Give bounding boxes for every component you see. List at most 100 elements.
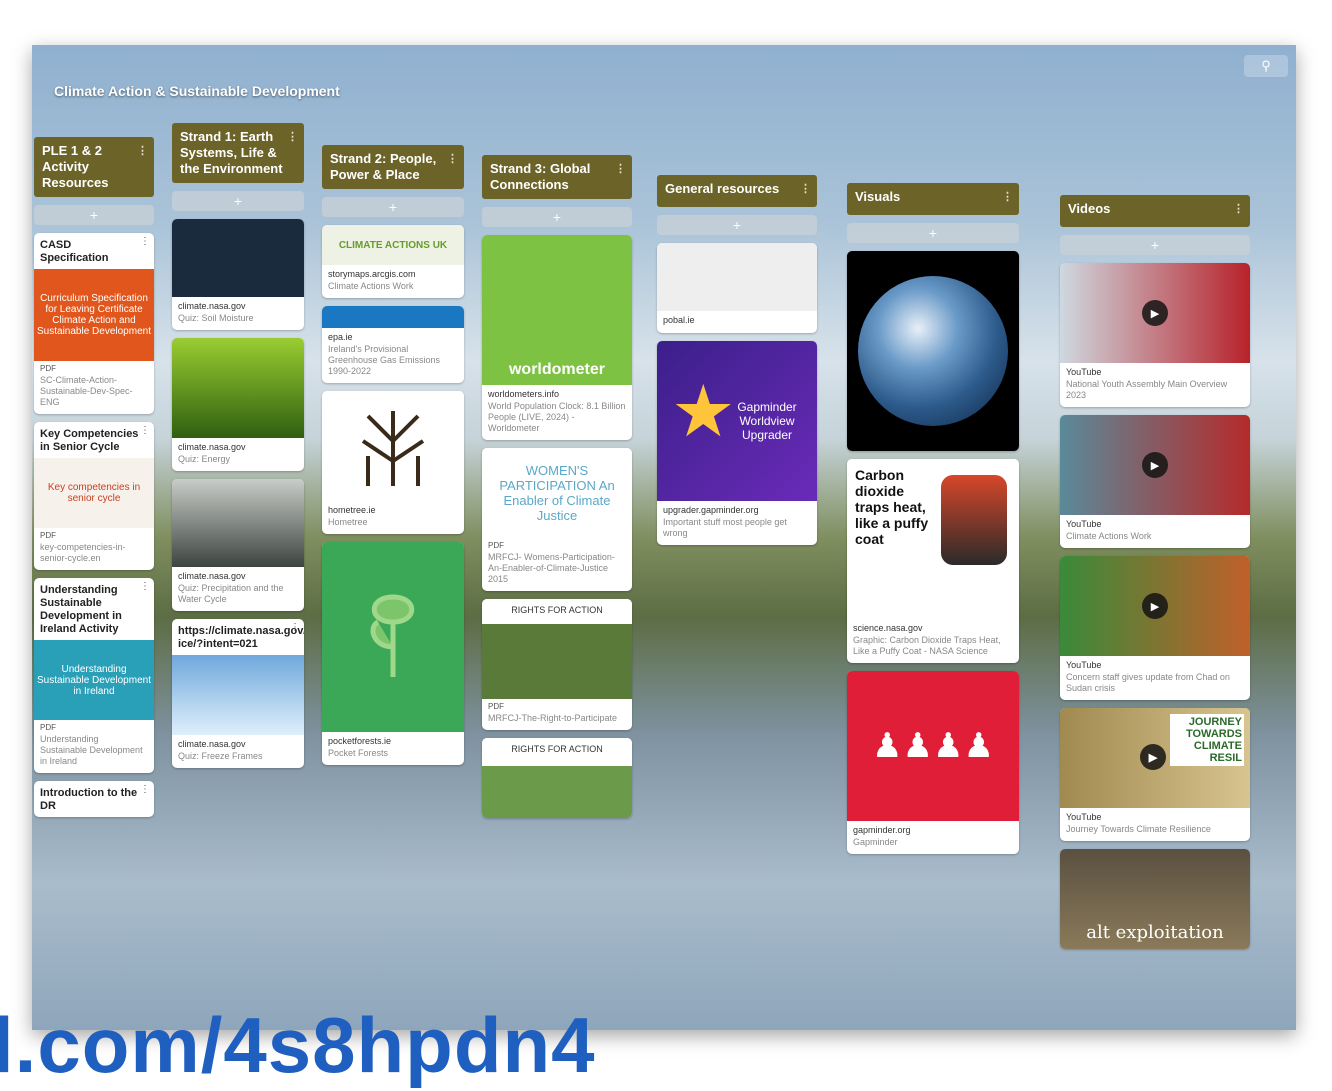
search-icon[interactable]: ⚲	[1244, 55, 1288, 77]
post-description: key-competencies-in-senior-cycle.en	[40, 542, 126, 563]
post-description: Quiz: Soil Moisture	[178, 313, 254, 323]
add-post-button[interactable]: +	[322, 197, 464, 217]
post-description: Ireland's Provisional Greenhouse Gas Emi…	[328, 344, 441, 376]
video-thumbnail[interactable]: ▶	[1060, 556, 1250, 656]
post-card[interactable]: ⋮ https://climate.nasa.gov/quizzes/quiz-…	[172, 619, 304, 768]
post-thumbnail: WOMEN'S PARTICIPATION An Enabler of Clim…	[482, 448, 632, 538]
add-post-button[interactable]: +	[172, 191, 304, 211]
video-card[interactable]: ⋮ alt exploitation	[1060, 849, 1250, 949]
add-post-button[interactable]: +	[34, 205, 154, 225]
play-icon[interactable]: ▶	[1142, 452, 1168, 478]
post-menu-icon[interactable]: ⋮	[140, 784, 150, 795]
column-menu-icon[interactable]: ⋮	[800, 181, 811, 197]
short-url-caption: l.com/4s8hpdn4	[0, 1001, 596, 1089]
video-thumbnail[interactable]: ▶	[1060, 415, 1250, 515]
post-description: Quiz: Freeze Frames	[178, 751, 263, 761]
post-host: climate.nasa.gov	[178, 571, 246, 581]
column-title: General resources	[665, 181, 780, 196]
padlet-board: Climate Action & Sustainable Development…	[32, 45, 1296, 1030]
post-title: Introduction to the DR	[40, 787, 138, 812]
post-card[interactable]: ⋮ epa.ie Ireland's Provisional Greenhous…	[322, 306, 464, 383]
post-card[interactable]: ⋮ RIGHTS FOR ACTION	[482, 738, 632, 818]
add-post-button[interactable]: +	[1060, 235, 1250, 255]
earth-image	[847, 251, 1019, 451]
post-menu-icon[interactable]: ⋮	[140, 581, 150, 592]
column-menu-icon[interactable]: ⋮	[287, 129, 298, 145]
thumbnail-text: RIGHTS FOR ACTION	[511, 744, 603, 754]
play-icon[interactable]: ▶	[1142, 593, 1168, 619]
add-post-button[interactable]: +	[482, 207, 632, 227]
leaf-logo-icon	[322, 542, 464, 732]
column-menu-icon[interactable]: ⋮	[1002, 189, 1013, 205]
post-card[interactable]: ⋮ CASD Specification Curriculum Specific…	[34, 233, 154, 414]
post-thumbnail	[172, 655, 304, 735]
post-card[interactable]: ⋮ WOMEN'S PARTICIPATION An Enabler of Cl…	[482, 448, 632, 591]
jacket-icon	[941, 475, 1007, 565]
post-title: https://climate.nasa.gov/quizzes/quiz-ic…	[178, 625, 304, 650]
video-card[interactable]: ⋮ JOURNEY TOWARDS CLIMATE RESIL ▶ YouTub…	[1060, 708, 1250, 841]
post-card[interactable]: ⋮	[847, 251, 1019, 451]
post-host: climate.nasa.gov	[178, 739, 246, 749]
post-card[interactable]: ⋮ Carbon dioxide traps heat, like a puff…	[847, 459, 1019, 663]
video-card[interactable]: ⋮ ▶ YouTube Concern staff gives update f…	[1060, 556, 1250, 700]
post-card[interactable]: ⋮ Understanding Sustainable Development …	[34, 578, 154, 773]
post-card[interactable]: ⋮ CLIMATE ACTIONS UK storymaps.arcgis.co…	[322, 225, 464, 298]
play-icon[interactable]: ▶	[1140, 744, 1166, 770]
add-post-button[interactable]: +	[847, 223, 1019, 243]
post-host: science.nasa.gov	[853, 623, 923, 633]
post-menu-icon[interactable]: ⋮	[140, 236, 150, 247]
post-description	[657, 325, 817, 333]
column-menu-icon[interactable]: ⋮	[615, 161, 626, 177]
column-title: Strand 3: Global Connections	[490, 161, 591, 192]
post-card[interactable]: ⋮ RIGHTS FOR ACTION PDF MRFCJ-The-Right-…	[482, 599, 632, 730]
column-menu-icon[interactable]: ⋮	[1233, 201, 1244, 217]
post-description: Graphic: Carbon Dioxide Traps Heat, Like…	[853, 635, 1001, 656]
post-host: YouTube	[1066, 812, 1102, 822]
post-card[interactable]: ⋮ ♟♟♟♟ gapminder.org Gapminder	[847, 671, 1019, 854]
post-host: pobal.ie	[663, 315, 695, 325]
column-menu-icon[interactable]: ⋮	[137, 143, 148, 159]
column-menu-icon[interactable]: ⋮	[447, 151, 458, 167]
post-thumbnail: Curriculum Specification for Leaving Cer…	[34, 269, 154, 361]
post-card[interactable]: ⋮ Introduction to the DR	[34, 781, 154, 817]
video-thumbnail[interactable]: JOURNEY TOWARDS CLIMATE RESIL ▶	[1060, 708, 1250, 808]
column-title: Videos	[1068, 201, 1111, 216]
post-description: Pocket Forests	[328, 748, 389, 758]
pdf-badge: PDF	[488, 541, 504, 550]
post-card[interactable]: ⋮ hometree.ie Hometree	[322, 391, 464, 534]
post-card[interactable]: ⋮ climate.nasa.gov Quiz: Soil Moisture	[172, 219, 304, 330]
column-header: Videos ⋮	[1060, 195, 1250, 227]
post-thumbnail: CLIMATE ACTIONS UK	[322, 225, 464, 265]
column: Strand 1: Earth Systems, Life & the Envi…	[172, 123, 304, 768]
column: Strand 2: People, Power & Place ⋮ + ⋮ CL…	[322, 145, 464, 765]
post-card[interactable]: ⋮ ★ Gapminder Worldview Upgrader upgrade…	[657, 341, 817, 545]
thumbnail-text: RIGHTS FOR ACTION	[511, 605, 603, 615]
video-thumbnail[interactable]: ▶	[1060, 263, 1250, 363]
post-card[interactable]: ⋮ climate.nasa.gov Quiz: Energy	[172, 338, 304, 471]
video-card[interactable]: ⋮ ▶ YouTube National Youth Assembly Main…	[1060, 263, 1250, 407]
post-description: Quiz: Energy	[178, 454, 231, 464]
post-thumbnail	[172, 219, 304, 297]
star-icon: ★	[671, 372, 736, 452]
thumbnail-text: Carbon dioxide traps heat, like a puffy …	[855, 467, 929, 547]
add-post-button[interactable]: +	[657, 215, 817, 235]
column-header: Strand 1: Earth Systems, Life & the Envi…	[172, 123, 304, 183]
post-card[interactable]: ⋮ Key Competencies in Senior Cycle Key c…	[34, 422, 154, 570]
video-card[interactable]: ⋮ ▶ YouTube Climate Actions Work	[1060, 415, 1250, 548]
post-card[interactable]: ⋮ pobal.ie	[657, 243, 817, 333]
post-menu-icon[interactable]: ⋮	[140, 425, 150, 436]
column-title: Strand 2: People, Power & Place	[330, 151, 437, 182]
post-card[interactable]: ⋮ worldometer worldometers.info World Po…	[482, 235, 632, 440]
post-host: worldometers.info	[488, 389, 560, 399]
post-card[interactable]: ⋮ pocketforests.ie Pocket Forests	[322, 542, 464, 765]
post-menu-icon[interactable]: ⋮	[290, 622, 300, 633]
pdf-badge: PDF	[40, 364, 56, 373]
post-description: Hometree	[328, 517, 368, 527]
post-card[interactable]: ⋮ climate.nasa.gov Quiz: Precipitation a…	[172, 479, 304, 611]
video-thumbnail[interactable]: alt exploitation	[1060, 849, 1250, 949]
column: Videos ⋮ + ⋮ ▶ YouTube National Youth As…	[1060, 195, 1250, 949]
post-thumbnail: ★ Gapminder Worldview Upgrader	[657, 341, 817, 501]
column: Visuals ⋮ + ⋮ ⋮ Carbon dioxide traps hea…	[847, 183, 1019, 854]
column-header: PLE 1 & 2 Activity Resources ⋮	[34, 137, 154, 197]
play-icon[interactable]: ▶	[1142, 300, 1168, 326]
